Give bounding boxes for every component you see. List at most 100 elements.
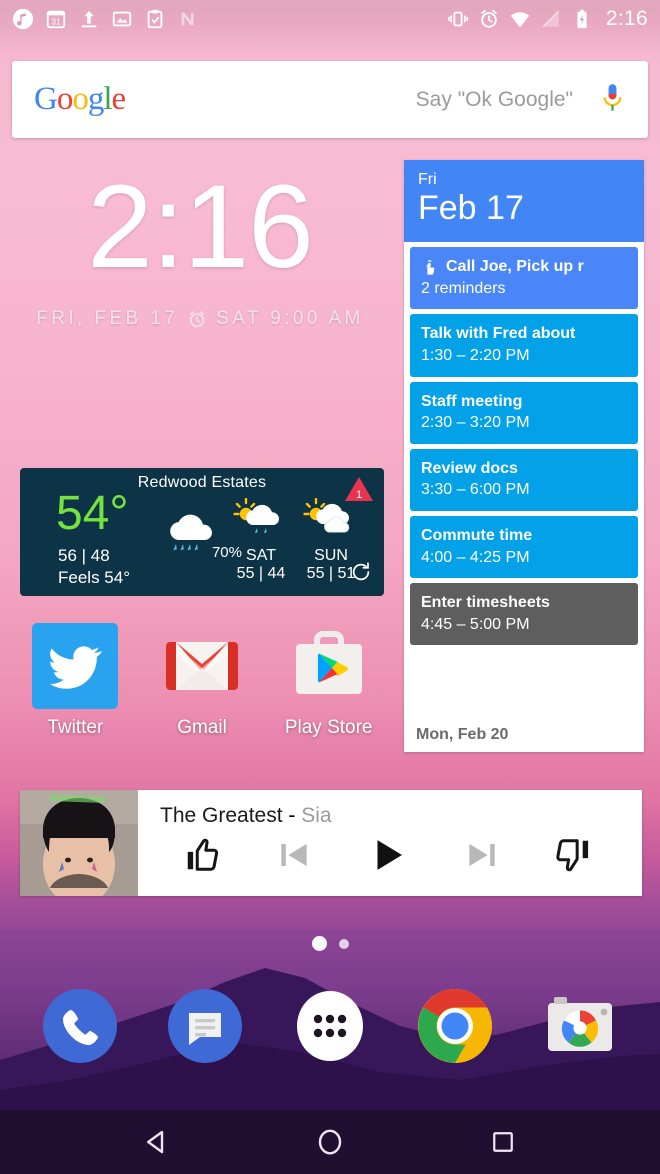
track-separator: - (282, 804, 302, 827)
track-title: The Greatest (160, 804, 283, 827)
event-title: Talk with Fred about (421, 325, 576, 343)
dock (0, 984, 660, 1068)
event-time: 4:00 – 4:25 PM (421, 548, 530, 566)
app-play-store[interactable]: Play Store (265, 624, 392, 739)
calendar-widget[interactable]: Fri Feb 17 Call Joe, Pick up r 2 reminde… (404, 160, 644, 752)
weather-widget[interactable]: Redwood Estates 54° 56 | 48 Feels 54° 70… (20, 468, 384, 596)
thumbs-down-icon[interactable] (555, 836, 593, 874)
back-triangle-icon[interactable] (142, 1127, 172, 1157)
dock-item-camera[interactable] (539, 985, 621, 1067)
music-player-widget[interactable]: The Greatest - Sia (20, 790, 642, 896)
event-subtitle: 2 reminders (421, 279, 506, 297)
previous-track-icon[interactable] (275, 836, 313, 874)
photos-icon (112, 11, 132, 27)
thumbs-up-icon[interactable] (183, 836, 221, 874)
nova-n-icon (181, 12, 194, 26)
home-app-row: Twitter Gmail Play Store (12, 623, 392, 739)
app-label: Play Store (284, 717, 373, 738)
dock-item-phone[interactable] (39, 985, 121, 1067)
phone-icon[interactable] (40, 986, 120, 1066)
event-time: 3:30 – 6:00 PM (421, 481, 530, 499)
app-twitter[interactable]: Twitter (12, 623, 139, 739)
calendar-day-of-week: Fri (418, 171, 437, 188)
nav-home-button[interactable] (303, 1115, 357, 1169)
clock-date: FRI, FEB 17 (36, 308, 179, 329)
nav-back-button[interactable] (130, 1115, 184, 1169)
no-signal-icon (542, 10, 559, 28)
event-title: Call Joe, Pick up r (446, 258, 584, 276)
album-art-image (20, 790, 138, 896)
warning-triangle-icon[interactable]: 1 (344, 476, 374, 502)
calendar-event-2[interactable]: Staff meeting 2:30 – 3:20 PM (410, 381, 638, 444)
track-line: The Greatest - Sia (138, 804, 642, 828)
clock-time: 2:16 (87, 161, 314, 293)
logo-letter-l: l (103, 81, 112, 117)
weather-alert-badge[interactable]: 1 (344, 476, 374, 507)
twitter-icon[interactable] (12, 623, 139, 709)
weather-current-temp: 54° (56, 487, 129, 540)
event-title: Review docs (421, 459, 518, 477)
next-track-icon[interactable] (463, 836, 501, 874)
logo-letter-g1: G (34, 81, 58, 117)
google-search-bar[interactable]: Google Say "Ok Google" (12, 61, 648, 138)
page-dot-inactive[interactable] (338, 938, 349, 949)
page-indicator (0, 936, 660, 951)
app-gmail[interactable]: Gmail (139, 624, 266, 739)
chrome-icon[interactable] (415, 986, 495, 1066)
gmail-icon[interactable] (139, 624, 266, 708)
dock-item-chrome[interactable] (414, 985, 496, 1067)
refresh-icon[interactable] (350, 561, 372, 583)
google-logo: Google (34, 81, 127, 118)
track-artist: Sia (301, 804, 332, 827)
search-hint-text[interactable]: Say "Ok Google" (125, 88, 599, 112)
app-label: Twitter (47, 717, 104, 738)
calendar-event-5[interactable]: Enter timesheets 4:45 – 5:00 PM (410, 583, 638, 646)
svg-text:31: 31 (51, 18, 61, 27)
clipboard-check-icon (147, 9, 163, 29)
logo-letter-o1: o (56, 81, 73, 117)
recents-square-icon[interactable] (489, 1128, 517, 1156)
battery-charging-icon (577, 9, 587, 29)
clock-widget[interactable]: 2:16 FRI, FEB 17 SAT 9:00 AM (0, 168, 400, 330)
calendar-date: Feb 17 (418, 189, 524, 228)
calendar-31-icon: 31 (46, 10, 66, 29)
weather-refresh-button[interactable] (350, 561, 372, 588)
weather-high-low: 56 | 48 (58, 546, 110, 565)
reminder-title-row: Call Joe, Pick up r (421, 256, 627, 278)
calendar-next-day-header: Mon, Feb 20 (404, 726, 644, 752)
calendar-header[interactable]: Fri Feb 17 (404, 160, 644, 243)
wifi-icon (510, 12, 530, 28)
sun-rain-cloud-icon (233, 497, 279, 534)
microphone-icon[interactable] (599, 81, 626, 119)
event-time: 1:30 – 2:20 PM (421, 347, 530, 365)
app-drawer-icon[interactable] (292, 988, 368, 1064)
camera-icon[interactable] (540, 986, 620, 1066)
finger-string-reminder-icon (426, 259, 435, 275)
album-art[interactable] (20, 790, 138, 896)
messages-icon[interactable] (165, 986, 245, 1066)
play-icon[interactable] (367, 834, 409, 876)
dock-item-messages[interactable] (164, 985, 246, 1067)
play-store-icon[interactable] (265, 624, 392, 708)
nav-recents-button[interactable] (476, 1115, 530, 1169)
event-time: 4:45 – 5:00 PM (421, 615, 530, 633)
logo-letter-g2: g (87, 81, 104, 117)
dock-item-app-drawer[interactable] (289, 985, 371, 1067)
clock-subline: FRI, FEB 17 SAT 9:00 AM (0, 308, 400, 330)
navigation-bar (0, 1110, 660, 1174)
status-bar-system-icons: 2:16 (447, 7, 648, 31)
page-dot-active[interactable] (311, 936, 327, 951)
calendar-event-1[interactable]: Talk with Fred about 1:30 – 2:20 PM (410, 314, 638, 377)
event-title: Enter timesheets (421, 594, 550, 612)
svg-text:1: 1 (356, 489, 362, 501)
weather-feels-like: Feels 54° (58, 568, 131, 587)
calendar-event-4[interactable]: Commute time 4:00 – 4:25 PM (410, 516, 638, 579)
calendar-event-reminders[interactable]: Call Joe, Pick up r 2 reminders (410, 247, 638, 310)
status-bar[interactable]: 31 2:16 (0, 0, 660, 38)
upload-icon (81, 10, 97, 28)
logo-letter-e: e (111, 81, 127, 117)
calendar-event-3[interactable]: Review docs 3:30 – 6:00 PM (410, 448, 638, 512)
event-title: Commute time (421, 527, 533, 545)
home-circle-icon[interactable] (315, 1127, 345, 1157)
music-controls (138, 828, 642, 876)
